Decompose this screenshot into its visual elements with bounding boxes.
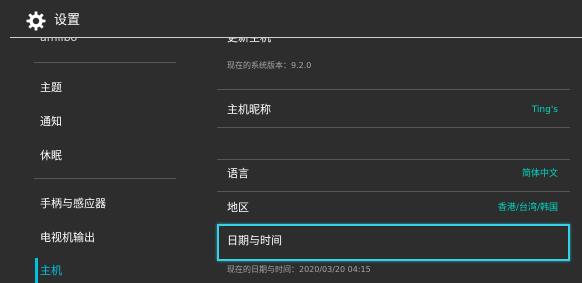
page-title: 设置 [54, 13, 81, 28]
region-label[interactable]: 地区 [227, 201, 249, 215]
sidebar-selection-indicator [35, 258, 38, 283]
sidebar-item-theme[interactable]: 主题 [40, 81, 62, 95]
language-value: 简体中文 [521, 169, 558, 179]
system-version-text: 现在的系统版本：9.2.0 [227, 61, 312, 70]
sidebar-divider [34, 62, 176, 63]
header-divider [10, 37, 582, 38]
current-date-time-text: 现在的日期与时间：2020/03/20 04:15 [227, 265, 371, 274]
sidebar-item-controllers[interactable]: 手柄与感应器 [40, 197, 106, 211]
sidebar-item-sleep[interactable]: 休眠 [40, 149, 62, 163]
settings-screen: amiibo 主题 通知 休眠 手柄与感应器 电视机输出 主机 更新主机 现在的… [0, 0, 582, 283]
sidebar-item-notifications[interactable]: 通知 [40, 115, 62, 129]
sidebar-item-tv-output[interactable]: 电视机输出 [40, 231, 95, 245]
language-label[interactable]: 语言 [227, 167, 249, 181]
header: 设置 [0, 0, 582, 38]
console-nickname-value: Ting's [531, 105, 558, 115]
region-value: 香港/台湾/韩国 [497, 203, 558, 213]
row-divider [217, 127, 570, 128]
row-divider [217, 89, 570, 90]
date-time-row[interactable]: 日期与时间 [217, 224, 570, 261]
date-time-label[interactable]: 日期与时间 [227, 234, 282, 248]
gear-icon [26, 11, 46, 31]
main-panel: 更新主机 现在的系统版本：9.2.0 主机昵称 Ting's 语言 简体中文 地… [190, 0, 582, 283]
sidebar: amiibo 主题 通知 休眠 手柄与感应器 电视机输出 主机 [0, 0, 190, 283]
row-divider [217, 159, 570, 160]
console-nickname-label[interactable]: 主机昵称 [227, 103, 271, 117]
row-divider [217, 191, 570, 192]
sidebar-divider [34, 178, 176, 179]
sidebar-item-system[interactable]: 主机 [40, 264, 62, 278]
